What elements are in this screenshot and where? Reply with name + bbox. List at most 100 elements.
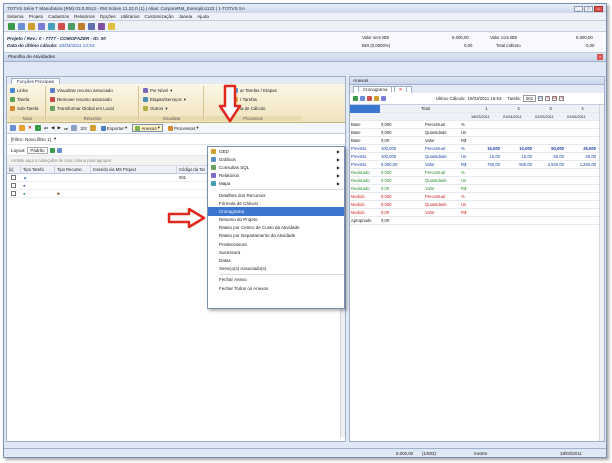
row-checkbox[interactable]	[11, 174, 16, 180]
help-icon[interactable]	[108, 22, 115, 30]
menu-item-relatorios[interactable]: Relatórios	[74, 14, 95, 19]
layout-config-icon[interactable]	[56, 147, 62, 153]
print-icon[interactable]	[38, 22, 45, 30]
cronograma-row[interactable]: Medido 0,000 Percentual%	[350, 193, 604, 201]
calculator-icon[interactable]	[78, 22, 85, 30]
delete-record-icon[interactable]: ✕	[28, 125, 32, 131]
anexos-menu-item-rateio-por-departamento-da-atividade[interactable]: Rateio por Departamento da Atividade	[208, 232, 344, 240]
cronograma-row[interactable]: Apropriado 0,00	[350, 217, 604, 225]
attach-icon[interactable]	[89, 125, 96, 131]
menu-item-cadastros[interactable]: Cadastros	[48, 14, 69, 19]
vertical-scrollbar[interactable]	[599, 105, 604, 441]
ribbon-item-etapas-servicos[interactable]: Etapas/Serviços ▾	[140, 95, 203, 104]
anexos-menu-item-formula-de-calculo[interactable]: Fórmula de Cálculo	[208, 199, 344, 207]
anexos-menu-item-detalhes-dos-recursos[interactable]: Detalhes dos Recursos	[208, 191, 344, 199]
minimize-button[interactable]: _	[574, 5, 583, 12]
cronograma-row[interactable]: Realizado 0,000 Percentual%	[350, 169, 604, 177]
ribbon-item-por-nivel[interactable]: Por Nível ▾	[140, 86, 203, 95]
ribbon-item-outros[interactable]: Outros ▾	[140, 104, 203, 113]
ribbon-item-sub-tarefa[interactable]: Sub-Tarefa	[10, 104, 45, 113]
layout-save-icon[interactable]	[49, 147, 55, 153]
undo-icon[interactable]	[367, 96, 372, 101]
last-page-icon[interactable]: ⏭	[64, 126, 68, 131]
row-checkbox[interactable]	[11, 182, 16, 188]
ribbon-item-visualizar-recurso[interactable]: Visualizar recurso associado	[47, 86, 138, 95]
anexos-menu-item-fechar-anexo[interactable]: Fechar Anexo	[208, 276, 344, 284]
cronograma-row[interactable]: Realizado 0,00 Valor R$	[350, 185, 604, 193]
first-page-icon[interactable]: ⏮	[44, 126, 48, 131]
cronograma-row[interactable]: Base 0,000 Quantidade Un	[350, 129, 604, 137]
period-month-button[interactable]: M	[552, 96, 558, 101]
period-day-button[interactable]: D	[538, 96, 544, 101]
ribbon-item-remover-recurso[interactable]: Remover recurso associado	[47, 95, 138, 104]
anexos-menu-item-sucessora[interactable]: Sucessora	[208, 248, 344, 256]
anexos-button[interactable]: Anexos ▾	[132, 124, 163, 132]
calendar-icon[interactable]	[48, 22, 55, 30]
search-icon[interactable]	[71, 125, 78, 131]
refresh-icon[interactable]	[360, 96, 365, 101]
save-icon[interactable]	[353, 96, 358, 101]
column-header-tipo-recurso[interactable]: Tipo Recurso	[55, 166, 91, 173]
menu-item-janela[interactable]: Janela	[179, 14, 193, 19]
anexos-menu-item-fechar-todos-os-anexos[interactable]: Fechar Todos os Anexos	[208, 284, 344, 292]
folder-icon[interactable]	[28, 22, 35, 30]
new-record-icon[interactable]	[10, 125, 16, 131]
close-icon[interactable]: ✕	[393, 86, 408, 92]
anexos-menu-item-servico-s-associado-s[interactable]: Serviço(s) Associado(s)	[208, 265, 344, 273]
prev-page-icon[interactable]: ◀	[51, 125, 55, 131]
config-icon[interactable]	[98, 22, 105, 30]
tarefa-field[interactable]: 001	[522, 95, 537, 102]
tab-cronograma[interactable]: Cronograma ✕	[353, 86, 413, 93]
chart-icon[interactable]	[88, 22, 95, 30]
planilha-close-button[interactable]: ×	[597, 54, 603, 60]
anexos-menu-item-mapa[interactable]: Mapa ▶	[208, 180, 344, 188]
column-header-ms-project[interactable]: Inserido via MS Project	[91, 166, 177, 173]
open-icon[interactable]	[8, 22, 15, 30]
anexos-menu-item-ged[interactable]: GED ▶	[208, 147, 344, 155]
layout-select[interactable]: Padrão	[27, 146, 48, 154]
processos-button[interactable]: Processos ▾	[166, 124, 201, 132]
cronograma-row[interactable]: Medido 0,00 Valor R$	[350, 209, 604, 217]
calendar-icon[interactable]	[374, 96, 379, 101]
close-button[interactable]: ×	[594, 5, 603, 12]
cronograma-row[interactable]: Medido 0,000 Quantidade Un	[350, 201, 604, 209]
exportar-button[interactable]: Exportar ▾	[99, 124, 130, 132]
delete-icon[interactable]	[58, 22, 65, 30]
cronograma-row[interactable]: Previsto 100,000 Percentual% 15,000 10,000 50…	[350, 145, 604, 153]
menu-item-ajuda[interactable]: Ajuda	[197, 14, 209, 19]
ribbon-item-transformar-global[interactable]: Transformar Global em Local	[47, 104, 138, 113]
period-week-button[interactable]: S	[545, 96, 551, 101]
menu-item-opcoes[interactable]: Opções	[100, 14, 116, 19]
cronograma-row[interactable]: Base 0,00 Valor R$	[350, 137, 604, 145]
anexos-menu-item-datas[interactable]: Datas	[208, 256, 344, 264]
refresh-icon[interactable]	[68, 22, 75, 30]
ribbon-item-linha[interactable]: Linha	[10, 86, 45, 95]
save-icon[interactable]	[18, 22, 25, 30]
column-header-tipo-tarefa[interactable]: Tipo Tarefa	[21, 166, 55, 173]
anexos-menu-item-graficos[interactable]: Gráficos ▶	[208, 155, 344, 163]
copy-icon[interactable]	[34, 125, 41, 131]
anexos-menu-item-resumo-do-projeto[interactable]: Resumo do Projeto	[208, 216, 344, 224]
menu-item-customizacao[interactable]: Customização	[145, 14, 174, 19]
title-bar[interactable]: TOTVS Série T Manufatura (RM) 03.0.0513 …	[4, 4, 606, 13]
cronograma-row[interactable]: Realizado 0,000 Quantidade Un	[350, 177, 604, 185]
filter-dropdown[interactable]: [Filtro: Novo filtro 1]	[11, 137, 51, 142]
menu-item-projeto[interactable]: Projeto	[29, 14, 44, 19]
anexos-menu-item-cronograma[interactable]: Cronograma	[208, 207, 344, 216]
edit-icon[interactable]	[19, 125, 25, 131]
cronograma-row[interactable]: Previsto 5.000,00 Valor R$ 750,00 500,00 2.500…	[350, 161, 604, 169]
dropdown-arrow-icon[interactable]: ▾	[54, 136, 56, 142]
anexos-menu-item-rateio-por-centro-de-custo-da-atividade[interactable]: Rateio por Centro de Custo da Atividade	[208, 224, 344, 232]
ribbon-item-tarefa[interactable]: Tarefa	[10, 95, 45, 104]
menu-item-sistema[interactable]: Sistema	[7, 14, 24, 19]
anexos-menu-item-predecessora[interactable]: Predecessora	[208, 240, 344, 248]
maximize-button[interactable]: □	[584, 5, 593, 12]
next-page-icon[interactable]: ▶	[58, 125, 62, 131]
row-checkbox[interactable]	[11, 190, 16, 196]
anexos-menu-item-relatorios[interactable]: Relatórios ▶	[208, 172, 344, 180]
cronograma-row[interactable]: Previsto 100,000 Quantidade Un 15,00 10,00 50,…	[350, 153, 604, 161]
chart-icon[interactable]	[381, 96, 386, 101]
cronograma-row[interactable]: Base 0,000 Percentual%	[350, 121, 604, 129]
menu-item-utilitarios[interactable]: Utilitários	[121, 14, 140, 19]
period-year-button[interactable]: A	[559, 96, 565, 101]
